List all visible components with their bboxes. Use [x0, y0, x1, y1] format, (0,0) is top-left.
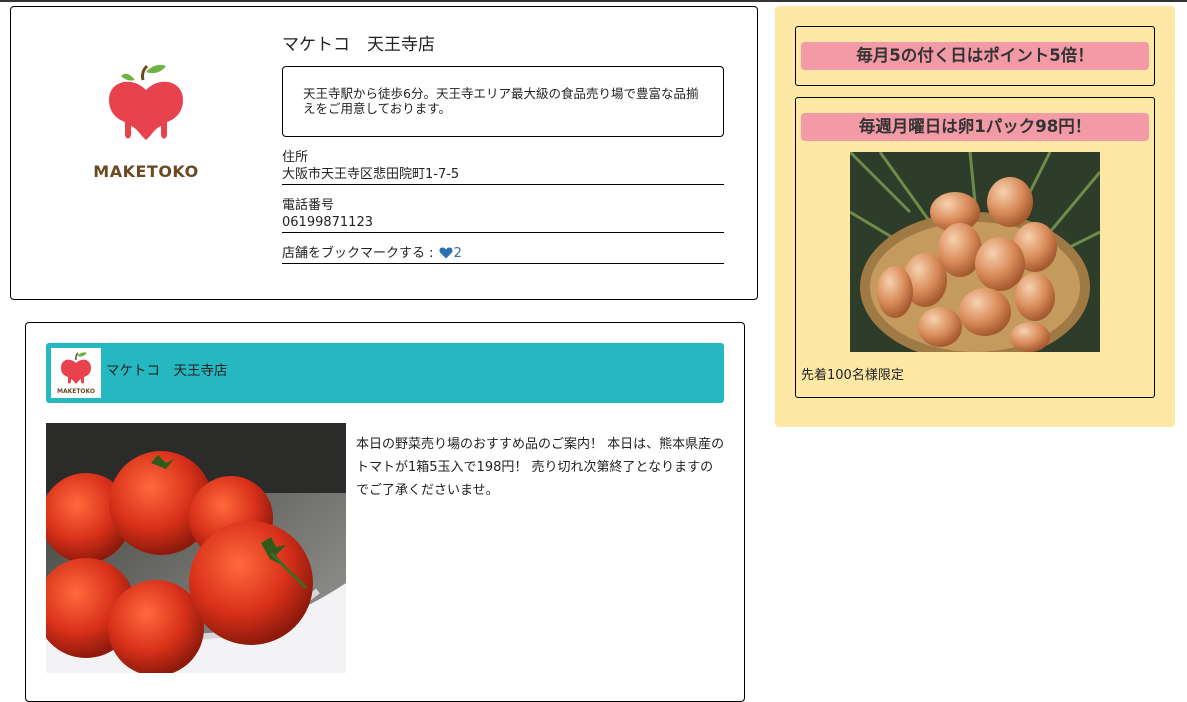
bookmark-button[interactable]: 2 — [438, 246, 462, 261]
store-details: マケトコ 天王寺店 天王寺駅から徒歩6分。天王寺エリア最大級の食品売り場で豊富な… — [282, 33, 724, 264]
phone-field: 電話番号 06199871123 — [282, 197, 724, 233]
promotion-card[interactable]: 毎週月曜日は卵1パック98円！ 先着100名様限定 — [795, 97, 1155, 398]
promotion-note: 先着100名様限定 — [801, 368, 904, 383]
bookmark-count[interactable]: 2 — [454, 246, 462, 261]
apple-logo-icon: MAKETOKO — [57, 352, 95, 395]
promotion-card[interactable]: 毎月5の付く日はポイント5倍！ — [795, 26, 1155, 86]
promotion-title: 毎月5の付く日はポイント5倍！ — [801, 42, 1149, 70]
mini-logo-text: MAKETOKO — [57, 388, 95, 395]
post-header[interactable]: MAKETOKO マケトコ 天王寺店 — [46, 343, 724, 403]
post-store-name[interactable]: マケトコ 天王寺店 — [106, 343, 228, 400]
address-label: 住所 — [282, 150, 309, 165]
phone-value: 06199871123 — [282, 215, 373, 230]
post-body: 本日の野菜売り場のおすすめ品のご案内！ 本日は、熊本県産のトマトが1箱5玉入で1… — [356, 437, 725, 498]
store-name: マケトコ 天王寺店 — [282, 35, 435, 55]
store-description: 天王寺駅から徒歩6分。天王寺エリア最大級の食品売り場で豊富な品揃えをご用意してお… — [282, 66, 724, 137]
tomatoes-image — [46, 423, 346, 673]
logo-text: MAKETOKO — [93, 162, 199, 181]
phone-label: 電話番号 — [282, 198, 335, 213]
apple-logo-icon — [109, 64, 183, 140]
top-border — [0, 0, 1187, 2]
store-logo: MAKETOKO — [91, 62, 201, 186]
store-info-card: MAKETOKO マケトコ 天王寺店 天王寺駅から徒歩6分。天王寺エリア最大級の… — [10, 6, 758, 300]
store-post-card: MAKETOKO マケトコ 天王寺店 本日の野菜売り場のおすすめ品のご案内！ 本… — [25, 322, 745, 702]
eggs-image — [850, 152, 1100, 352]
promotions-panel: 毎月5の付く日はポイント5倍！ 毎週月曜日は卵1パック98円！ 先着100名様限… — [775, 6, 1175, 427]
promotion-title: 毎週月曜日は卵1パック98円！ — [801, 113, 1149, 141]
address-field: 住所 大阪市天王寺区悲田院町1-7-5 — [282, 149, 724, 185]
post-store-logo: MAKETOKO — [51, 348, 101, 398]
address-value: 大阪市天王寺区悲田院町1-7-5 — [282, 167, 460, 182]
bookmark-row: 店舗をブックマークする : 2 — [282, 245, 724, 264]
bookmark-label: 店舗をブックマークする : — [282, 246, 434, 261]
heart-icon[interactable] — [439, 247, 453, 259]
